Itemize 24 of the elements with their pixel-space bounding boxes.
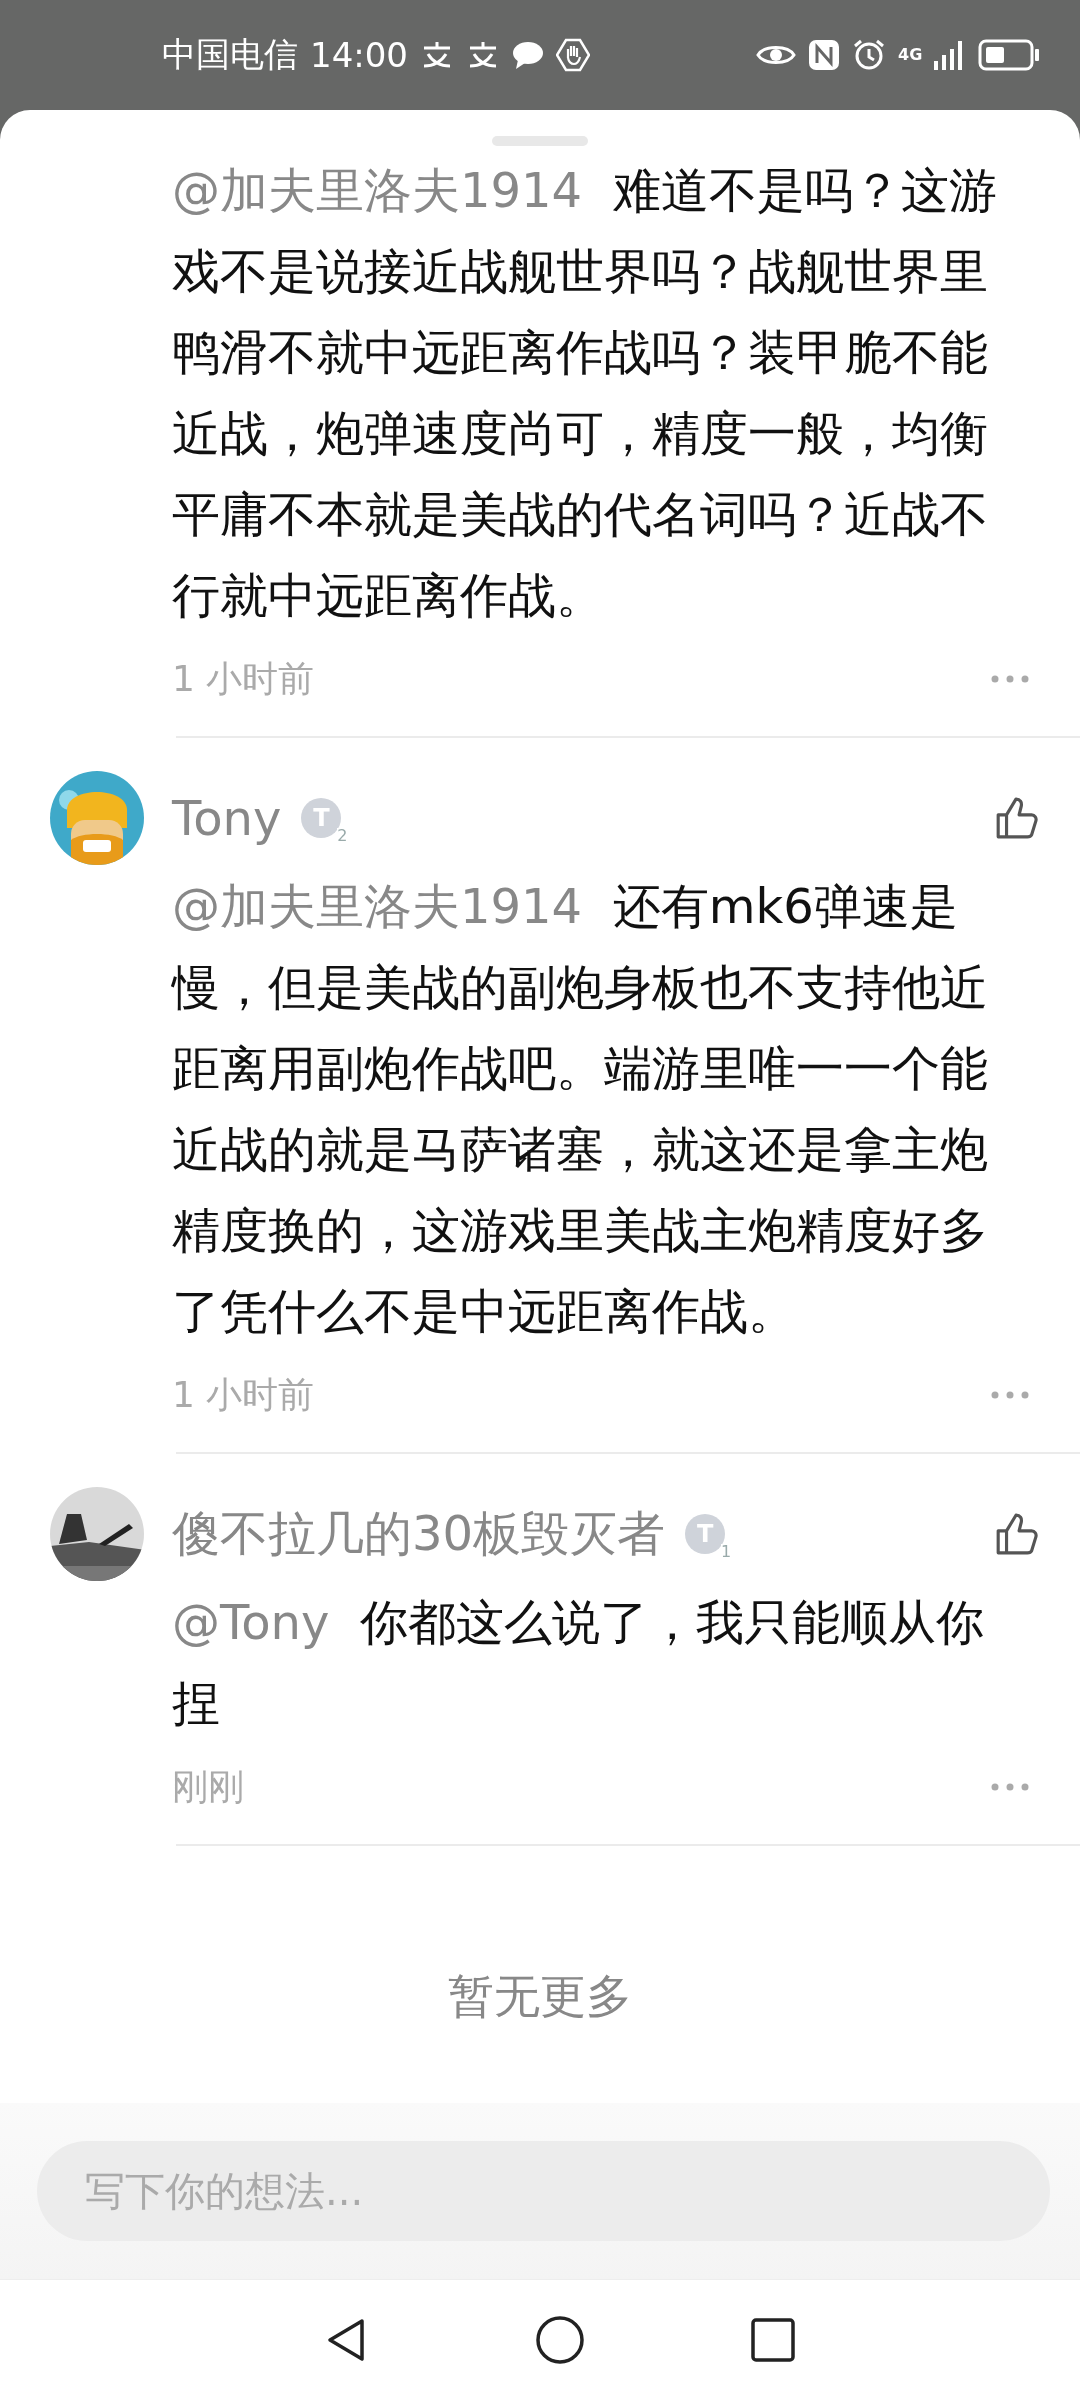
mention-link[interactable]: @Tony (172, 1594, 330, 1650)
chat-bubble-icon (512, 40, 544, 70)
comment-text: @加夫里洛夫1914 难道不是吗？这游戏不是说接近战舰世界吗？战舰世界里鸭滑不就中远距离作战吗？装甲脆不能近战，炮弹速度尚可，精度一般，均衡平庸不本就是美战的代名词吗？近战不行就中远距离作战。 (171, 161, 998, 625)
mention-link[interactable]: @加夫里洛夫1914 (172, 878, 583, 934)
comment-time: 1 小时前 (172, 656, 315, 701)
comment-time: 刚刚 (172, 1764, 244, 1809)
alarm-icon (852, 38, 886, 72)
thumbs-up-icon[interactable] (994, 1511, 1040, 1557)
carrier-name: 中国电信 (162, 33, 298, 76)
thumbs-up-icon[interactable] (994, 795, 1040, 841)
comment-text: @Tony 你都这么说了，我只能顺从你捏 (171, 1593, 985, 1733)
comment-time: 1 小时前 (172, 1372, 315, 1417)
battery-icon (978, 39, 1040, 71)
hand-icon (556, 38, 590, 72)
mention-link[interactable]: @加夫里洛夫1914 (172, 162, 583, 218)
username[interactable]: Tony (172, 790, 282, 846)
clock-time: 14:00 (310, 35, 408, 75)
home-icon[interactable] (535, 2315, 585, 2365)
end-of-list-text: 暂无更多 (447, 1968, 633, 2025)
username[interactable]: 傻不拉几的30板毁灭者 (172, 1502, 666, 1566)
comment-input-field[interactable]: 写下你的想法... (37, 2141, 1050, 2241)
network-type: 4G (898, 47, 920, 63)
nfc-icon (808, 39, 840, 71)
comment-text: @加夫里洛夫1914 还有mk6弹速是慢，但是美战的副炮身板也不支持他近距离用副炮作战吧。端游里唯一一个能近战的就是马萨诸塞，就这还是拿主炮精度换的，这游戏里美战主炮精度好多了凭什么不是中远距离作战。 (170, 877, 989, 1341)
